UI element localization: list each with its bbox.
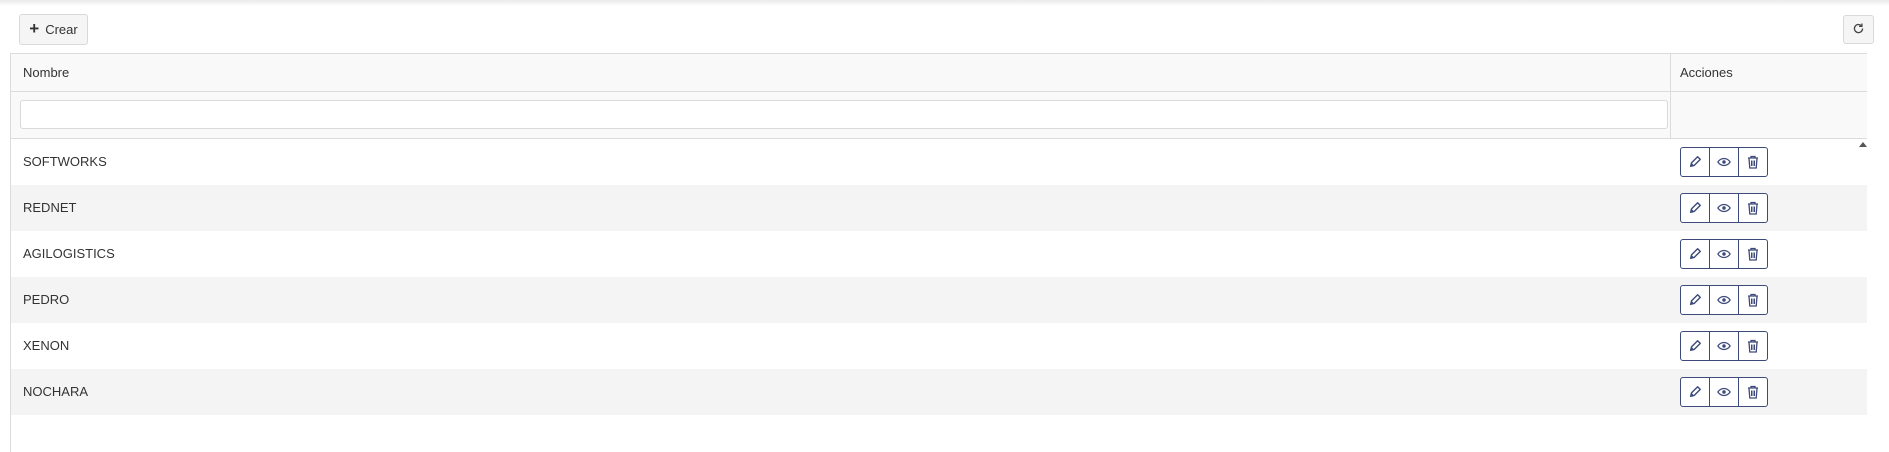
row-name: SOFTWORKS [23,154,107,169]
view-icon [1717,387,1731,397]
view-icon [1717,157,1731,167]
edit-button[interactable] [1681,240,1710,268]
table-row[interactable]: REDNET [11,185,1867,231]
view-button[interactable] [1710,286,1739,314]
plus-icon: + [29,19,40,38]
delete-icon [1747,339,1759,353]
row-actions [1680,285,1768,315]
view-button[interactable] [1710,148,1739,176]
edit-button[interactable] [1681,378,1710,406]
edit-button[interactable] [1681,194,1710,222]
view-button[interactable] [1710,194,1739,222]
column-header-nombre[interactable]: Nombre [23,54,69,91]
table-header: Nombre Acciones [11,54,1867,92]
edit-icon [1688,155,1702,169]
view-icon [1717,249,1731,259]
delete-icon [1747,155,1759,169]
refresh-button[interactable] [1843,15,1874,44]
view-icon [1717,203,1731,213]
edit-icon [1688,247,1702,261]
create-button-label: Crear [45,22,78,37]
edit-button[interactable] [1681,332,1710,360]
row-actions [1680,331,1768,361]
delete-icon [1747,247,1759,261]
delete-button[interactable] [1739,378,1767,406]
row-actions [1680,377,1768,407]
edit-button[interactable] [1681,148,1710,176]
table-row[interactable]: AGILOGISTICS [11,231,1867,277]
row-name: NOCHARA [23,384,89,399]
view-button[interactable] [1710,332,1739,360]
edit-icon [1688,201,1702,215]
delete-button[interactable] [1739,148,1767,176]
delete-button[interactable] [1739,240,1767,268]
delete-icon [1747,201,1759,215]
edit-button[interactable] [1681,286,1710,314]
table-row[interactable]: NOCHARA [11,369,1867,415]
row-actions [1680,239,1768,269]
delete-icon [1747,385,1759,399]
data-grid: Nombre Acciones SOFTWORKS REDNET AGILOGI… [10,53,1867,452]
edit-icon [1688,385,1702,399]
view-button[interactable] [1710,240,1739,268]
table-row[interactable]: XENON [11,323,1867,369]
name-filter-input[interactable] [20,100,1668,129]
delete-button[interactable] [1739,194,1767,222]
row-name: REDNET [23,200,77,215]
toolbar: + Crear [0,0,1889,54]
table-row[interactable]: PEDRO [11,277,1867,323]
delete-icon [1747,293,1759,307]
row-actions [1680,147,1768,177]
view-icon [1717,295,1731,305]
delete-button[interactable] [1739,332,1767,360]
view-button[interactable] [1710,378,1739,406]
column-header-acciones: Acciones [1680,65,1733,80]
row-name: PEDRO [23,292,70,307]
scroll-up-arrow-icon[interactable] [1859,142,1867,147]
edit-icon [1688,293,1702,307]
edit-icon [1688,339,1702,353]
delete-button[interactable] [1739,286,1767,314]
create-button[interactable]: + Crear [19,14,88,45]
table-row[interactable]: SOFTWORKS [11,139,1867,185]
view-icon [1717,341,1731,351]
row-name: XENON [23,338,70,353]
row-actions [1680,193,1768,223]
refresh-icon [1852,22,1865,38]
filter-row [11,92,1867,139]
row-name: AGILOGISTICS [23,246,115,261]
